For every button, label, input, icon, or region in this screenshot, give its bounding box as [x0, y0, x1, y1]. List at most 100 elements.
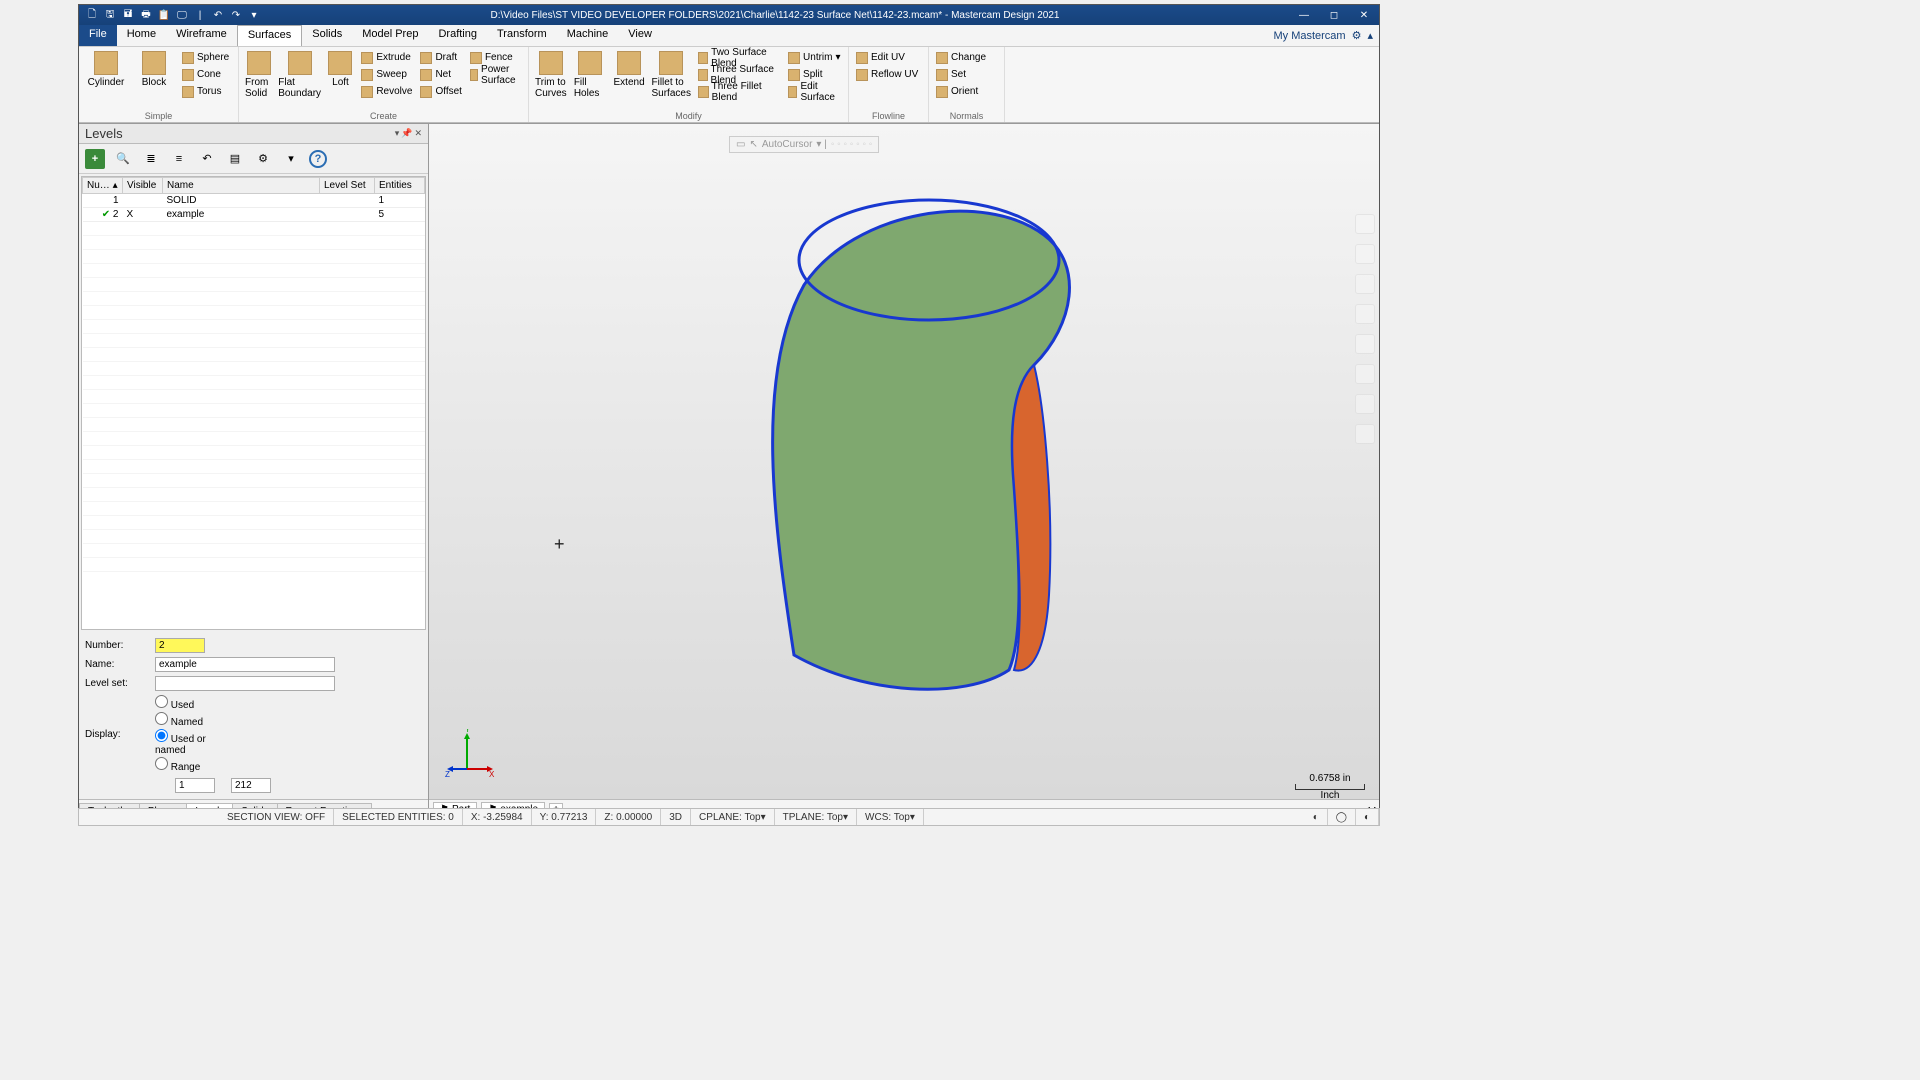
levels-help-icon[interactable]: ?	[309, 150, 327, 168]
block-button[interactable]: Block	[131, 49, 177, 90]
close-button[interactable]: ✕	[1349, 5, 1379, 25]
opt-used[interactable]: Used	[155, 695, 225, 711]
name-input[interactable]	[155, 657, 335, 672]
range-from-input[interactable]	[175, 778, 215, 793]
undo-icon[interactable]: ↶	[211, 8, 225, 22]
panel-pin-icon[interactable]: 📌	[401, 128, 412, 139]
range-to-input[interactable]	[231, 778, 271, 793]
number-input[interactable]	[155, 638, 205, 653]
fillet-surfaces-button[interactable]: Fillet to Surfaces	[649, 49, 692, 101]
vp-doc-icon[interactable]: ▭	[736, 139, 745, 150]
net-button[interactable]: Net	[417, 66, 465, 83]
tab-file[interactable]: File	[79, 25, 117, 46]
tab-solids[interactable]: Solids	[302, 25, 352, 46]
tab-home[interactable]: Home	[117, 25, 166, 46]
vp-side-tool-8[interactable]	[1355, 424, 1375, 444]
tab-surfaces[interactable]: Surfaces	[237, 25, 302, 46]
opt-range[interactable]: Range	[155, 757, 225, 773]
screen-icon[interactable]: 🖵	[175, 8, 189, 22]
vp-side-tool-6[interactable]	[1355, 364, 1375, 384]
opt-used-or-named[interactable]: Used or named	[155, 729, 225, 756]
extrude-button[interactable]: Extrude	[358, 49, 415, 66]
levels-stack-icon[interactable]: ≣	[141, 149, 161, 169]
table-row[interactable]: 1SOLID1	[83, 194, 425, 208]
extend-button[interactable]: Extend	[611, 49, 648, 90]
col-visible[interactable]: Visible	[123, 178, 163, 194]
vp-side-tool-5[interactable]	[1355, 334, 1375, 354]
find-level-icon[interactable]: 🔍	[113, 149, 133, 169]
orient-normals-button[interactable]: Orient	[933, 83, 989, 100]
tab-view[interactable]: View	[618, 25, 662, 46]
vp-side-tool-2[interactable]	[1355, 244, 1375, 264]
levels-undo-icon[interactable]: ↶	[197, 149, 217, 169]
levels-stack2-icon[interactable]: ≡	[169, 149, 189, 169]
status-mode[interactable]: 3D	[661, 809, 691, 825]
edit-surface-button[interactable]: Edit Surface	[785, 83, 844, 100]
qat-dropdown-icon[interactable]: ▾	[247, 8, 261, 22]
flat-boundary-button[interactable]: Flat Boundary	[277, 49, 323, 101]
new-file-icon[interactable]: 🗋	[85, 8, 99, 22]
my-mastercam-link[interactable]: My Mastercam	[1273, 30, 1345, 42]
levels-list-icon[interactable]: ▤	[225, 149, 245, 169]
status-indicator-1[interactable]: ◐	[1305, 809, 1328, 825]
change-normals-button[interactable]: Change	[933, 49, 989, 66]
tab-model-prep[interactable]: Model Prep	[352, 25, 428, 46]
print-icon[interactable]: 🖶	[139, 8, 153, 22]
paste-icon[interactable]: 📋	[157, 8, 171, 22]
offset-button[interactable]: Offset	[417, 83, 465, 100]
tab-wireframe[interactable]: Wireframe	[166, 25, 237, 46]
vp-side-tool-1[interactable]	[1355, 214, 1375, 234]
save-icon[interactable]: 🖫	[103, 8, 117, 22]
edit-uv-button[interactable]: Edit UV	[853, 49, 921, 66]
reflow-uv-button[interactable]: Reflow UV	[853, 66, 921, 83]
status-section-view[interactable]: SECTION VIEW: OFF	[219, 809, 334, 825]
save-as-icon[interactable]: 🖬	[121, 8, 135, 22]
torus-button[interactable]: Torus	[179, 83, 232, 100]
vp-cursor-icon[interactable]: ↖	[749, 139, 757, 150]
draft-button[interactable]: Draft	[417, 49, 465, 66]
table-row[interactable]: ✔ 2Xexample5	[83, 208, 425, 222]
untrim-button[interactable]: Untrim ▾	[785, 49, 844, 66]
col-entities[interactable]: Entities	[375, 178, 425, 194]
three-fillet-blend-button[interactable]: Three Fillet Blend	[695, 83, 783, 100]
status-indicator-2[interactable]: ◯	[1328, 809, 1356, 825]
power-surface-button[interactable]: Power Surface	[467, 66, 524, 83]
maximize-button[interactable]: ◻	[1319, 5, 1349, 25]
sphere-button[interactable]: Sphere	[179, 49, 232, 66]
sweep-button[interactable]: Sweep	[358, 66, 415, 83]
col-number[interactable]: Nu… ▴	[83, 178, 123, 194]
redo-icon[interactable]: ↷	[229, 8, 243, 22]
status-wcs[interactable]: WCS: Top ▾	[857, 809, 924, 825]
trim-curves-button[interactable]: Trim to Curves	[533, 49, 570, 101]
tab-transform[interactable]: Transform	[487, 25, 557, 46]
vp-side-tool-4[interactable]	[1355, 304, 1375, 324]
revolve-button[interactable]: Revolve	[358, 83, 415, 100]
fill-holes-button[interactable]: Fill Holes	[572, 49, 609, 101]
status-tplane[interactable]: TPLANE: Top ▾	[775, 809, 857, 825]
autocursor-label[interactable]: AutoCursor	[762, 139, 813, 150]
minimize-button[interactable]: —	[1289, 5, 1319, 25]
from-solid-button[interactable]: From Solid	[243, 49, 275, 101]
levelset-input[interactable]	[155, 676, 335, 691]
user-icon[interactable]: ⚙	[1352, 29, 1362, 42]
vp-side-tool-7[interactable]	[1355, 394, 1375, 414]
tab-machine[interactable]: Machine	[557, 25, 619, 46]
col-levelset[interactable]: Level Set	[320, 178, 375, 194]
collapse-ribbon-icon[interactable]: ▴	[1367, 29, 1373, 42]
set-normals-button[interactable]: Set	[933, 66, 989, 83]
tab-drafting[interactable]: Drafting	[428, 25, 487, 46]
add-level-button[interactable]: +	[85, 149, 105, 169]
status-indicator-3[interactable]: ◐	[1356, 809, 1379, 825]
panel-dropdown-icon[interactable]: ▾	[395, 128, 400, 139]
loft-button[interactable]: Loft	[325, 49, 357, 90]
cylinder-button[interactable]: Cylinder	[83, 49, 129, 90]
vp-tool-1[interactable]: ◦ ◦ ◦ ◦ ◦ ◦ ◦	[831, 139, 872, 150]
levels-dropdown-icon[interactable]: ▾	[281, 149, 301, 169]
viewport[interactable]: ▭ ↖ AutoCursor ▾ | ◦ ◦ ◦ ◦ ◦ ◦ ◦ + Y X Z	[429, 124, 1379, 819]
cone-button[interactable]: Cone	[179, 66, 232, 83]
levels-gear-icon[interactable]: ⚙	[253, 149, 273, 169]
panel-close-icon[interactable]: ✕	[414, 128, 422, 139]
opt-named[interactable]: Named	[155, 712, 225, 728]
col-name[interactable]: Name	[163, 178, 320, 194]
vp-side-tool-3[interactable]	[1355, 274, 1375, 294]
